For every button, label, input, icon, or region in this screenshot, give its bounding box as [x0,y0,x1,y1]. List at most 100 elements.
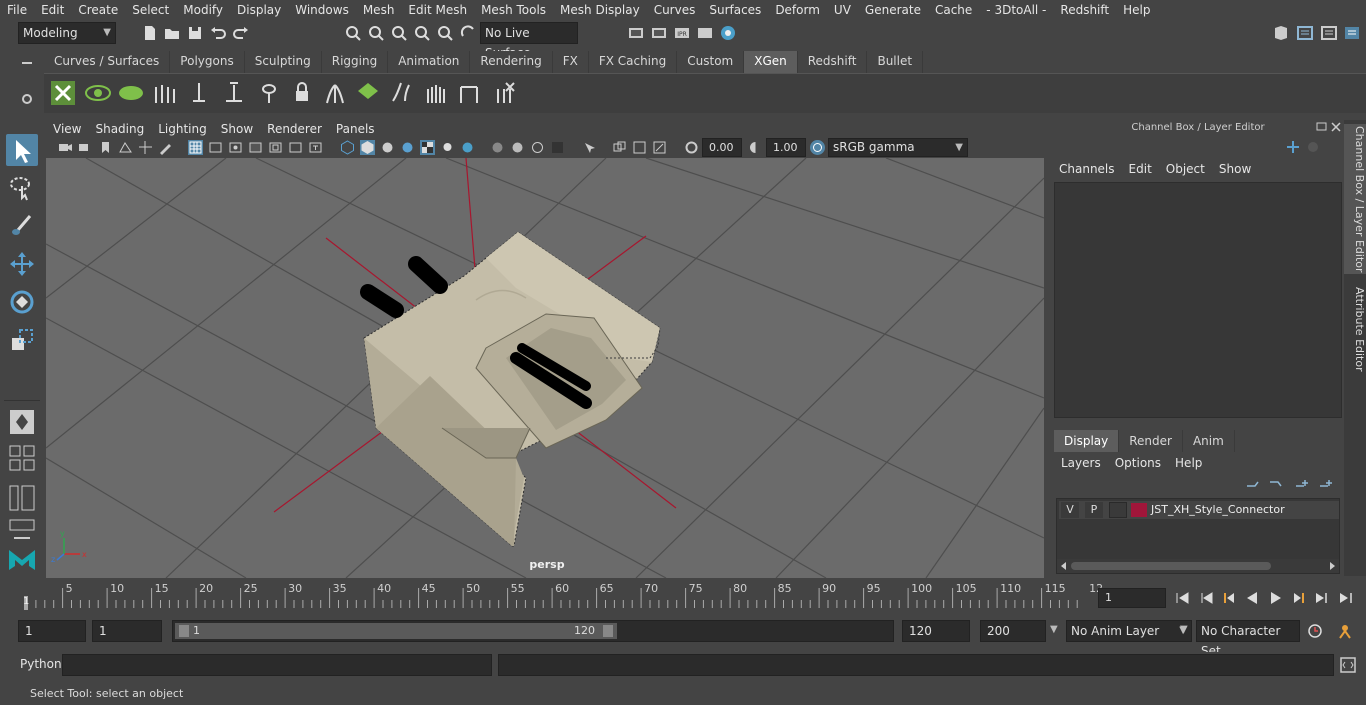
layer-tab-anim[interactable]: Anim [1182,430,1235,452]
undo-icon[interactable] [209,24,227,42]
shelf-tab-rendering[interactable]: Rendering [470,51,553,73]
menu-display[interactable]: Display [230,0,288,20]
xgen-place-guide-icon[interactable] [220,79,248,107]
new-scene-icon[interactable] [141,24,159,42]
layer-row[interactable]: V P JST_XH_Style_Connector [1059,501,1339,519]
anti-aliasing-icon[interactable] [530,140,545,155]
move-layer-up-icon[interactable] [1245,478,1259,490]
channel-speed-icon[interactable] [1306,140,1320,154]
xray-active-components-icon[interactable] [652,140,667,155]
shelf-tab-curves-surfaces[interactable]: Curves / Surfaces [44,51,171,73]
xray-icon[interactable] [612,140,627,155]
mode-selector[interactable]: Modeling ▼ [18,22,116,44]
layer-display-type-toggle[interactable] [1109,502,1127,518]
channel-box-toggle-icon[interactable] [1343,24,1361,42]
four-view-layout-icon[interactable] [6,442,38,474]
wireframe-on-shaded-icon[interactable] [400,140,415,155]
shelf-tab-custom[interactable]: Custom [677,51,745,73]
layer-color-swatch[interactable] [1131,503,1147,517]
default-material-icon[interactable] [380,140,395,155]
shelf-tab-polygons[interactable]: Polygons [170,51,245,73]
layer-tab-render[interactable]: Render [1119,430,1183,452]
step-back-frame-icon[interactable] [1220,590,1236,606]
script-editor-icon[interactable] [1339,656,1357,674]
live-surface-field[interactable]: No Live Surface [480,22,578,60]
render-ipr-icon[interactable] [650,24,668,42]
outliner-layout-icon[interactable] [6,482,38,514]
viewport-menu-lighting[interactable]: Lighting [151,120,214,138]
xgen-editor-icon[interactable] [49,79,77,107]
move-layer-down-icon[interactable] [1268,478,1282,490]
scale-tool-icon[interactable] [6,324,38,356]
smooth-shade-icon[interactable] [360,140,375,155]
menu-mesh-display[interactable]: Mesh Display [553,0,647,20]
close-icon[interactable] [1331,122,1341,132]
render-settings-icon[interactable] [696,24,714,42]
play-backwards-icon[interactable] [1244,590,1260,606]
color-space-selector[interactable]: sRGB gamma ▼ [828,138,968,157]
paint-select-tool-icon[interactable] [6,210,38,242]
layer-tab-display[interactable]: Display [1054,430,1120,452]
field-chart-icon[interactable] [268,140,283,155]
camera-attributes-icon[interactable] [78,140,93,155]
exposure-field[interactable]: 0.00 [702,138,742,157]
menu-create[interactable]: Create [71,0,125,20]
menu-select[interactable]: Select [125,0,176,20]
menu-modify[interactable]: Modify [176,0,230,20]
shelf-tab-sculpting[interactable]: Sculpting [244,51,322,73]
snap-view-plane-icon[interactable] [413,24,431,42]
playback-start-field[interactable]: 1 [92,620,162,642]
layer-menu-options[interactable]: Options [1108,454,1168,472]
range-slider[interactable]: 1 120 [172,620,894,642]
textured-icon[interactable] [420,140,435,155]
image-plane-icon[interactable] [118,140,133,155]
redo-icon[interactable] [232,24,250,42]
safe-action-icon[interactable] [288,140,303,155]
go-to-end-icon[interactable] [1338,590,1354,606]
channel-menu-channels[interactable]: Channels [1052,160,1122,178]
new-layer-selected-icon[interactable] [1318,478,1332,490]
anim-layer-selector[interactable]: No Anim Layer ▼ [1066,620,1192,642]
shelf-settings-icon[interactable] [20,92,34,106]
time-slider[interactable]: 1 5 10 15 20 25 30 35 40 45 50 55 60 65 70 75 80 85 90 95 1… [18,582,1103,610]
menu-deform[interactable]: Deform [768,0,827,20]
menu-3dtoall[interactable]: - 3DtoAll - [979,0,1053,20]
xgen-add-guide-icon[interactable] [185,79,213,107]
shelf-tab-redshift[interactable]: Redshift [797,51,868,73]
xgen-sculpt-guide-icon[interactable] [387,79,415,107]
layer-visibility-toggle[interactable]: V [1061,502,1079,518]
open-scene-icon[interactable] [163,24,181,42]
rotate-tool-icon[interactable] [6,286,38,318]
gate-mask-icon[interactable] [248,140,263,155]
wireframe-icon[interactable] [340,140,355,155]
use-all-lights-icon[interactable] [440,140,455,155]
xgen-lock-icon[interactable] [288,79,316,107]
menu-redshift[interactable]: Redshift [1053,0,1116,20]
viewport-menu-show[interactable]: Show [214,120,260,138]
layer-name[interactable]: JST_XH_Style_Connector [1151,501,1285,519]
safe-title-icon[interactable] [308,140,323,155]
menu-file[interactable]: File [0,0,34,20]
snap-curve-icon[interactable] [367,24,385,42]
grid-toggle-icon[interactable] [188,140,203,155]
layer-menu-layers[interactable]: Layers [1054,454,1108,472]
snap-point-icon[interactable] [390,24,408,42]
attribute-editor-toggle-icon[interactable] [1296,24,1314,42]
film-gate-icon[interactable] [208,140,223,155]
menu-generate[interactable]: Generate [858,0,928,20]
single-perspective-layout-icon[interactable] [6,406,38,438]
shelf-menu-icon[interactable] [20,57,34,69]
viewport-menu-view[interactable]: View [46,120,88,138]
animation-preferences-icon[interactable] [1336,622,1354,640]
shelf-tab-rigging[interactable]: Rigging [321,51,389,73]
xgen-collection-icon[interactable] [117,79,145,107]
menu-mesh-tools[interactable]: Mesh Tools [474,0,553,20]
move-tool-icon[interactable] [6,248,38,280]
menu-cache[interactable]: Cache [928,0,979,20]
menu-help[interactable]: Help [1116,0,1157,20]
snap-surface-icon[interactable] [436,24,454,42]
layer-playback-toggle[interactable]: P [1085,502,1103,518]
menu-curves[interactable]: Curves [647,0,703,20]
isolate-select-icon[interactable] [582,140,597,155]
scroll-left-icon[interactable] [1059,561,1069,571]
